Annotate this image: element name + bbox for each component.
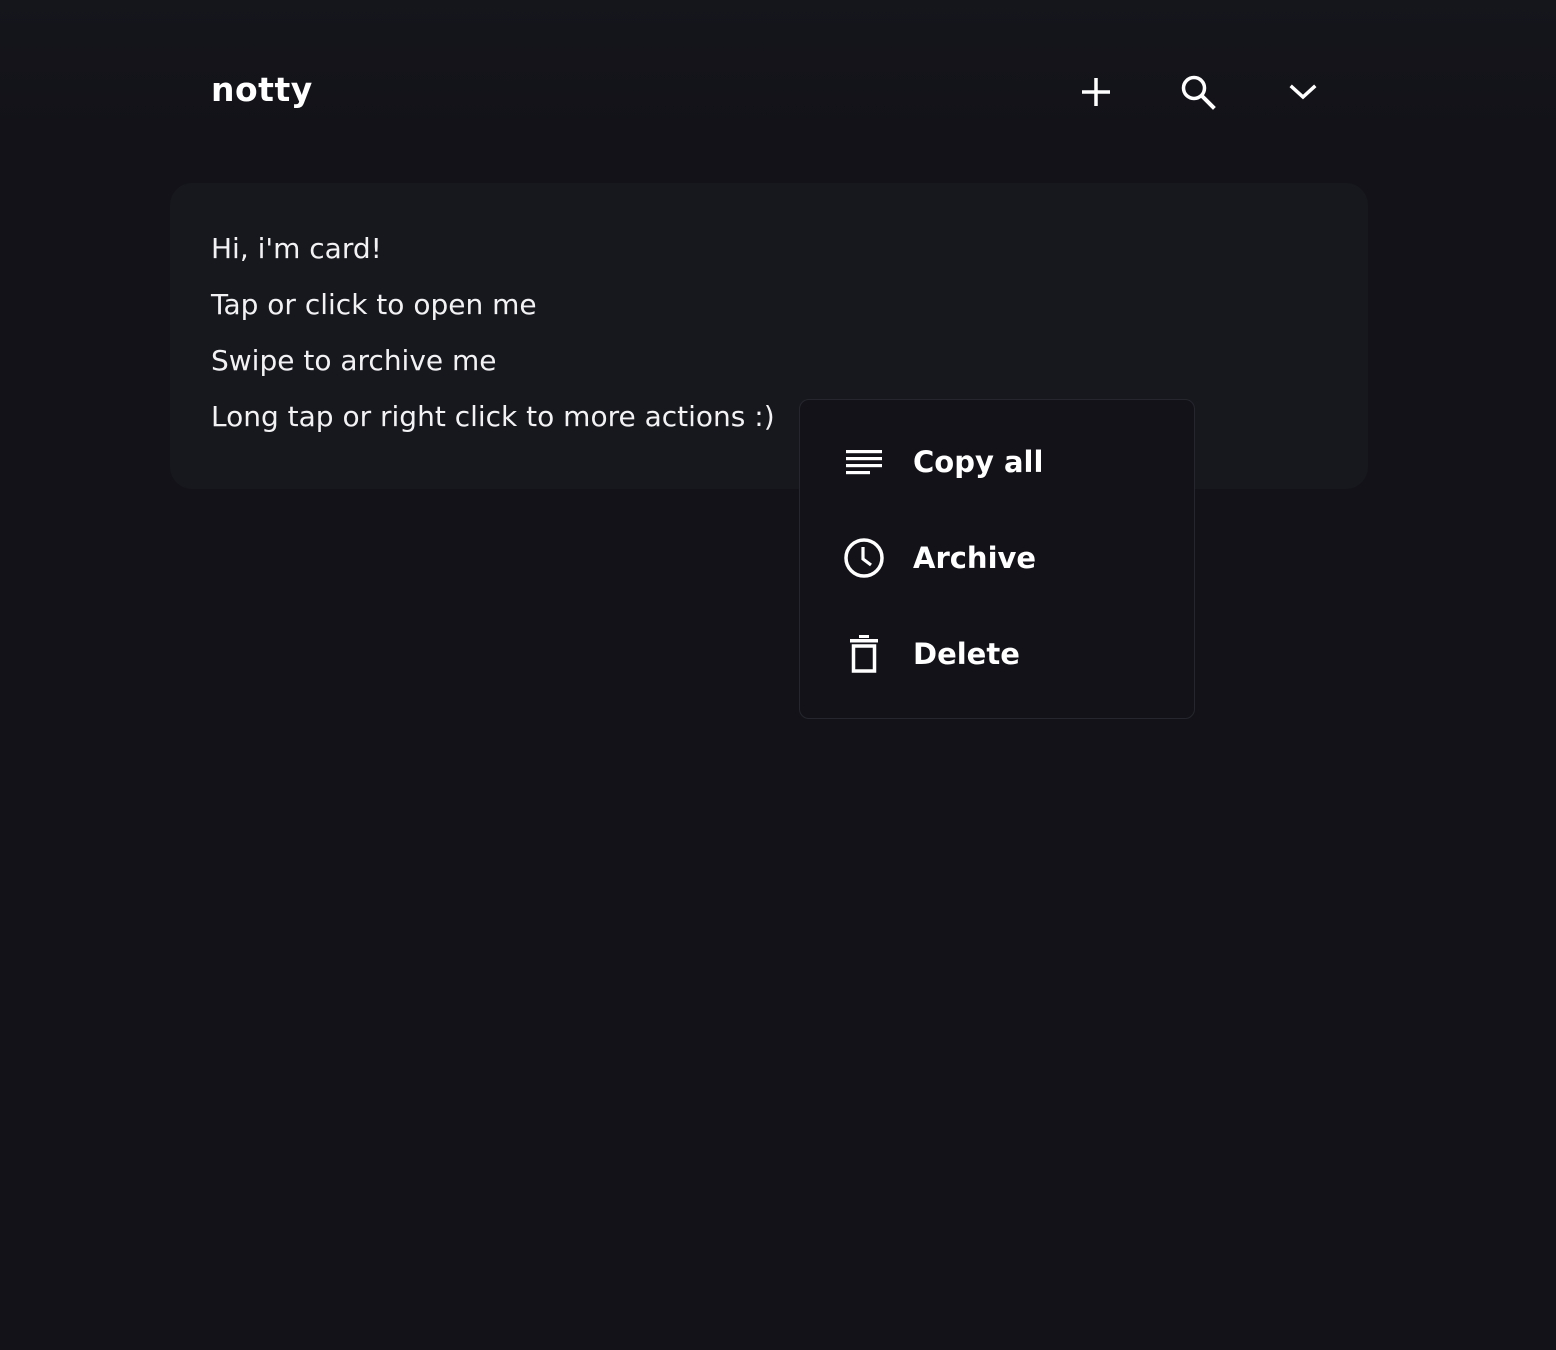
search-icon bbox=[1179, 73, 1217, 111]
note-line: Long tap or right click to more actions … bbox=[211, 400, 775, 433]
chevron-down-icon bbox=[1289, 82, 1317, 102]
note-line: Tap or click to open me bbox=[211, 288, 537, 321]
note-line: Hi, i'm card! bbox=[211, 232, 382, 265]
copy-all-menu-item[interactable]: Copy all bbox=[800, 422, 1194, 502]
search-button[interactable] bbox=[1172, 66, 1224, 118]
trash-icon bbox=[842, 632, 886, 676]
text-lines-icon bbox=[842, 440, 886, 484]
clock-icon bbox=[842, 536, 886, 580]
delete-menu-item[interactable]: Delete bbox=[800, 614, 1194, 694]
expand-menu-button[interactable] bbox=[1277, 66, 1329, 118]
delete-label: Delete bbox=[913, 637, 1020, 671]
app-title: notty bbox=[211, 70, 313, 109]
add-note-button[interactable] bbox=[1070, 66, 1122, 118]
copy-all-label: Copy all bbox=[913, 445, 1044, 479]
app-window: notty Hi, i'm card! Tap or click to open… bbox=[0, 0, 1556, 1350]
plus-icon bbox=[1080, 76, 1112, 108]
archive-label: Archive bbox=[913, 541, 1037, 575]
context-menu: Copy all Archive Delete bbox=[799, 399, 1195, 719]
archive-menu-item[interactable]: Archive bbox=[800, 518, 1194, 598]
note-line: Swipe to archive me bbox=[211, 344, 497, 377]
